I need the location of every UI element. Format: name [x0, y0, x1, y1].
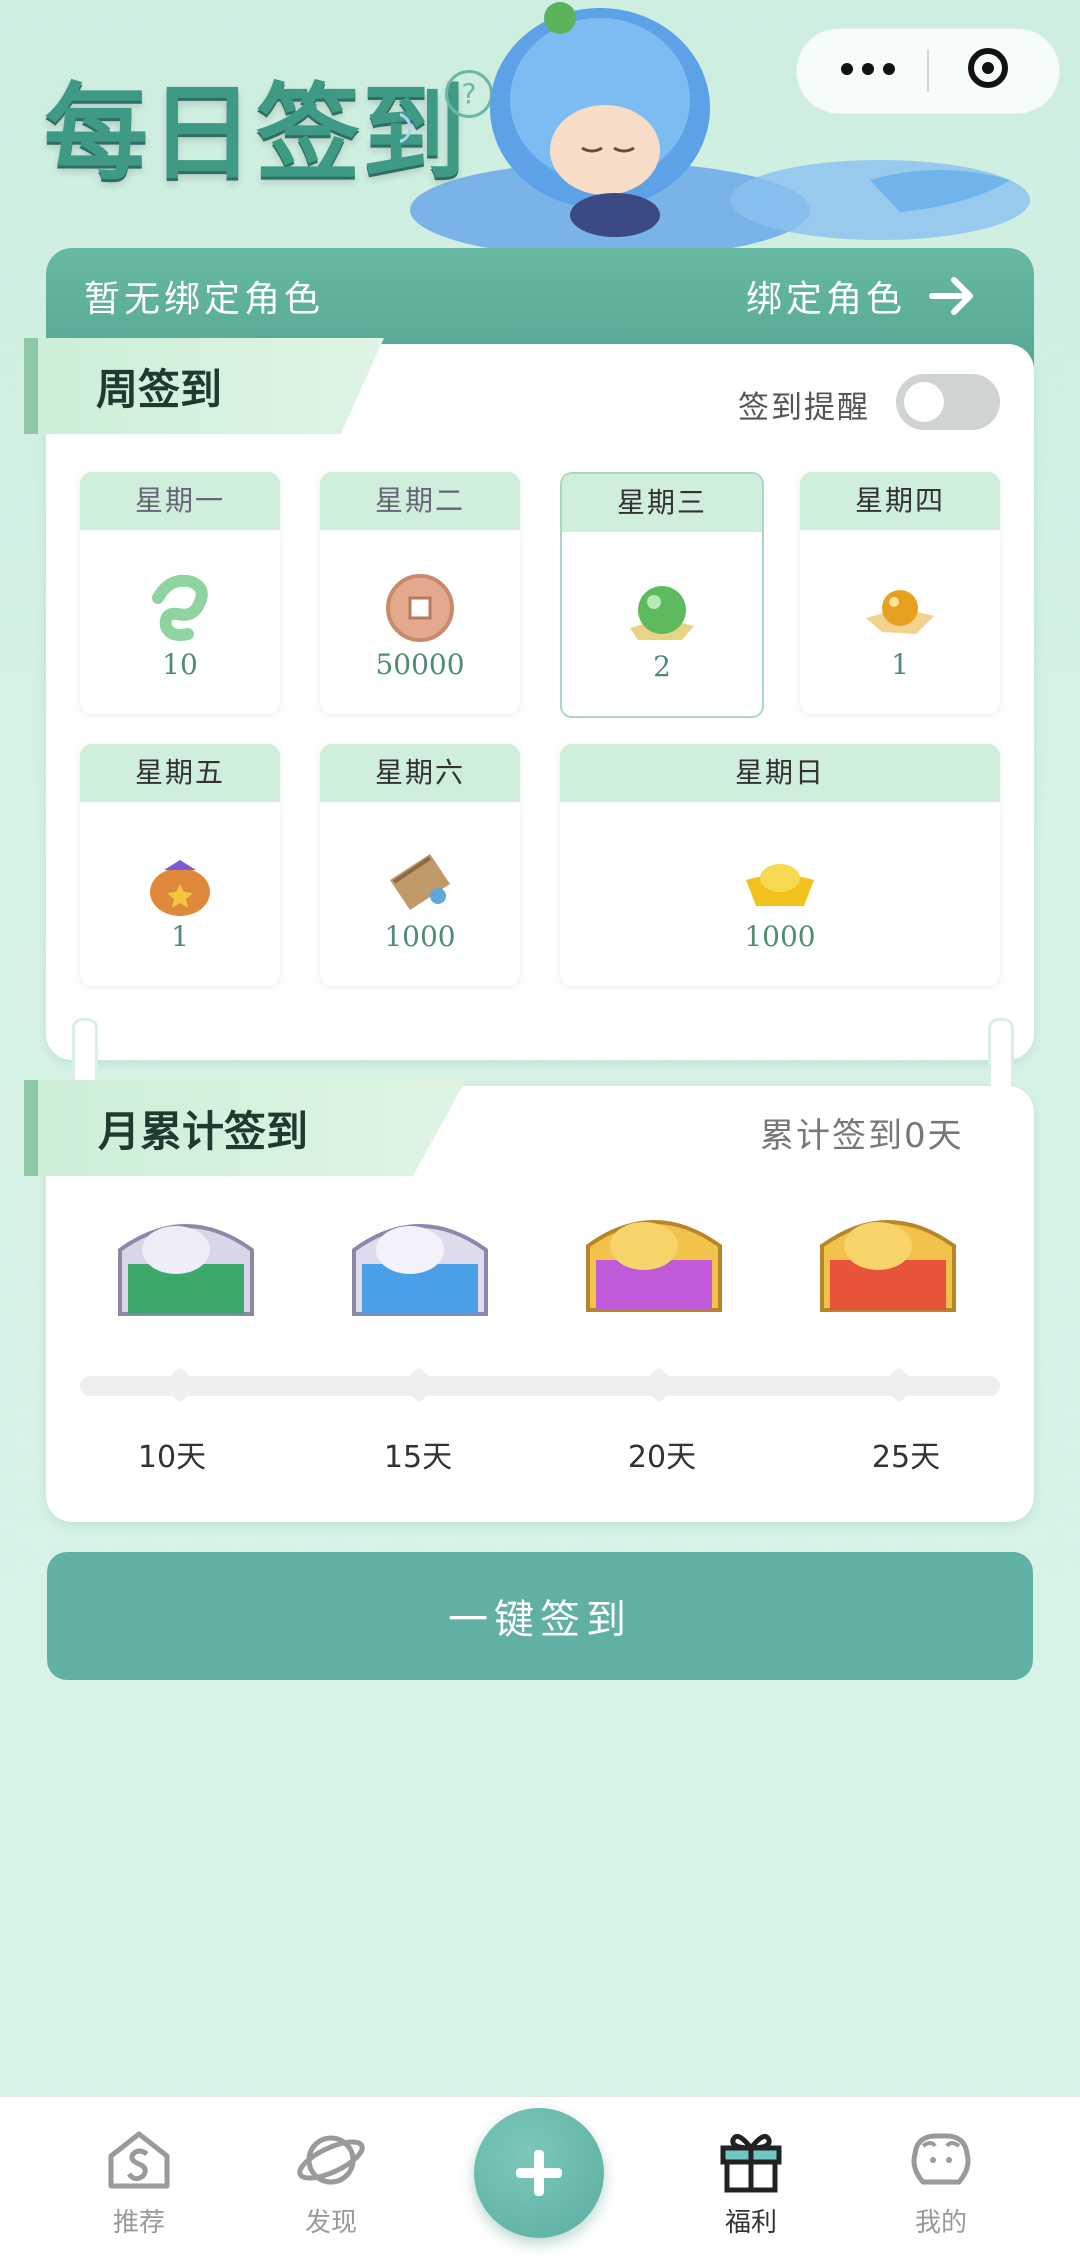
bind-status: 暂无绑定角色 [84, 279, 325, 320]
gold-ingot-icon [746, 864, 814, 906]
red-chest-icon[interactable] [808, 1190, 968, 1340]
tab-discover[interactable]: 发现 [266, 2124, 396, 2239]
close-target-icon[interactable] [968, 48, 1008, 88]
tab-label: 发现 [304, 2208, 357, 2238]
day-label: 星期二 [320, 472, 520, 530]
monthly-progress-track [80, 1376, 1000, 1396]
green-dragon-icon [152, 574, 208, 641]
reward-count: 10 [162, 648, 198, 681]
tab-welfare[interactable]: 福利 [686, 2124, 816, 2239]
planet-icon [297, 2135, 365, 2185]
day-label: 星期六 [320, 744, 520, 802]
one-key-signin-button[interactable]: 一键签到 [47, 1552, 1033, 1680]
reward-count: 1 [171, 920, 189, 953]
milestone-label: 20天 [627, 1440, 697, 1475]
reward-count: 1000 [384, 920, 456, 953]
tab-label: 推荐 [112, 2208, 165, 2238]
day-monday[interactable]: 星期一 10 [80, 472, 280, 714]
reminder-toggle[interactable] [896, 374, 1000, 430]
reward-count: 1 [891, 648, 909, 681]
copper-coin-icon [386, 574, 454, 642]
blue-chest-icon[interactable] [340, 1194, 500, 1344]
day-label: 星期五 [80, 744, 280, 802]
day-friday[interactable]: 星期五 1 [80, 744, 280, 986]
golden-pearl-icon [866, 590, 934, 634]
arrow-right-icon[interactable] [928, 276, 978, 316]
gift-icon [720, 2133, 782, 2193]
day-thursday[interactable]: 星期四 1 [800, 472, 1000, 714]
tab-recommend[interactable]: 推荐 [74, 2124, 204, 2239]
monthly-title: 月累计签到 [98, 1107, 309, 1156]
purple-chest-icon[interactable] [574, 1190, 734, 1340]
reward-count: 50000 [375, 648, 465, 681]
jade-orb-icon [630, 586, 694, 640]
tab-label: 我的 [914, 2208, 967, 2238]
scroll-icon [390, 854, 450, 910]
bind-role-link[interactable]: 绑定角色 [746, 270, 906, 322]
reminder-label: 签到提醒 [738, 390, 870, 426]
day-label: 星期一 [80, 472, 280, 530]
toggle-knob [904, 382, 944, 422]
day-tuesday[interactable]: 星期二 50000 [320, 472, 520, 714]
add-button[interactable] [474, 2108, 604, 2238]
home-s-icon [108, 2131, 170, 2189]
tab-label: 福利 [724, 2208, 777, 2238]
capsule-divider [927, 50, 929, 92]
day-sunday[interactable]: 星期日 1000 [560, 744, 1000, 986]
day-label: 星期日 [560, 744, 1000, 802]
milestone-label: 15天 [383, 1440, 453, 1475]
treasure-bag-icon [150, 860, 210, 916]
cumulative-count: 累计签到0天 [760, 1116, 964, 1156]
weekly-title: 周签到 [96, 365, 223, 414]
sheep-face-icon [911, 2133, 971, 2185]
tab-mine[interactable]: 我的 [876, 2124, 1006, 2239]
reward-count: 1000 [744, 920, 816, 953]
day-label: 星期三 [562, 474, 762, 532]
milestone-label: 25天 [871, 1440, 941, 1475]
green-chest-icon[interactable] [106, 1194, 266, 1344]
day-saturday[interactable]: 星期六 1000 [320, 744, 520, 986]
more-icon[interactable] [840, 56, 896, 82]
reward-count: 2 [653, 650, 671, 683]
day-label: 星期四 [800, 472, 1000, 530]
milestone-label: 10天 [137, 1440, 207, 1475]
day-wednesday[interactable]: 星期三 2 [560, 472, 764, 718]
